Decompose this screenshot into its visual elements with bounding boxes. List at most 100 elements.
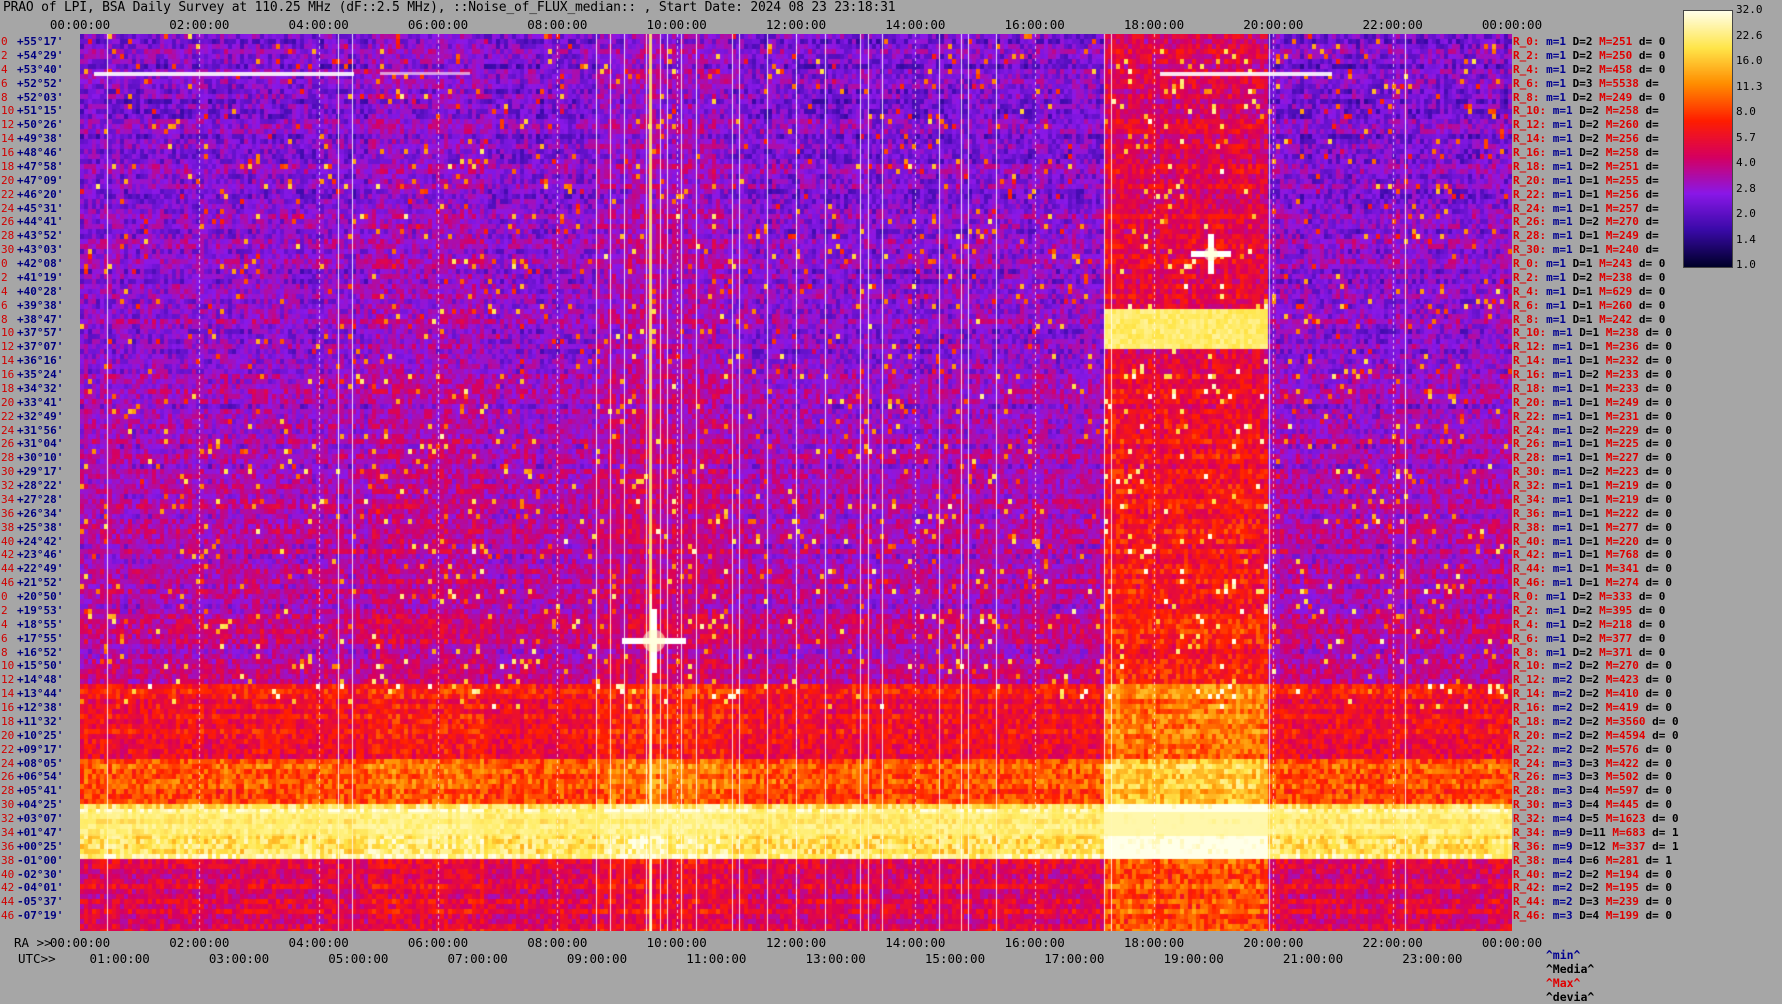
- row-index: 28: [1, 784, 15, 798]
- row-index: 28: [1, 229, 15, 243]
- row-stat-d: D=1: [1579, 506, 1600, 520]
- top-ra-axis: 00:00:00 02:00:00 04:00:00 06:00:00 08:00:00…: [0, 17, 1560, 33]
- row-index: 6: [1, 298, 8, 312]
- row-stat-d: D=1: [1579, 562, 1600, 576]
- colorbar-tick-label: 1.4: [1736, 232, 1756, 246]
- declination-label: +32°49': [17, 409, 64, 423]
- legend-dev: ^devia^: [1545, 990, 1595, 1004]
- row-index: 10: [1, 104, 15, 118]
- row-stat-dev: d= 0: [1638, 48, 1666, 62]
- row-stat: R_44: m=1 D=1 M=341 d= 0: [1513, 563, 1672, 574]
- row-stat-M: M=218: [1599, 617, 1633, 631]
- row-stat-name: R_0:: [1513, 35, 1540, 48]
- row-stat-dev: d= 0: [1645, 506, 1673, 520]
- row-stat-d: D=2: [1579, 659, 1600, 673]
- row-stat-d: D=2: [1579, 465, 1600, 479]
- row-stat: R_34: m=9 D=11 M=683 d= 1: [1513, 827, 1679, 838]
- row-stat-name: R_26:: [1513, 215, 1547, 229]
- row-stat-d: D=2: [1579, 867, 1600, 881]
- row-stat-d: D=1: [1579, 409, 1600, 423]
- row-stat: R_16: m=2 D=2 M=419 d= 0: [1513, 702, 1672, 713]
- row-stat-name: R_44:: [1513, 895, 1547, 909]
- row-stat-m: m=3: [1552, 756, 1573, 770]
- declination-label: -07°19': [17, 909, 64, 923]
- top-tick-label: 02:00:00: [169, 17, 230, 32]
- legend-max: ^Max^: [1545, 976, 1581, 990]
- declination-label: +10°25': [17, 728, 64, 742]
- row-stat-d: D=1: [1572, 284, 1593, 298]
- row-index: 40: [1, 534, 15, 548]
- row-stat-d: D=2: [1579, 714, 1600, 728]
- row-stat-dev: d= 0: [1652, 812, 1679, 826]
- row-stat-M: M=236: [1605, 340, 1639, 354]
- row-stat-M: M=249: [1599, 90, 1633, 104]
- row-index: 20: [1, 728, 15, 742]
- declination-label: +26°34': [17, 506, 64, 520]
- row-stat-M: M=256: [1605, 132, 1639, 146]
- row-stat-d: D=2: [1572, 48, 1593, 62]
- row-stat-M: M=250: [1599, 48, 1633, 62]
- declination-label: -05°37': [17, 895, 64, 909]
- row-stat-d: D=1: [1579, 576, 1600, 590]
- row-stat-d: D=3: [1572, 76, 1593, 90]
- row-stat: R_40: m=2 D=2 M=194 d= 0: [1513, 869, 1672, 880]
- row-statistics: R_0: m=1 D=2 M=251 d= 0 R_2: m=1 D=2 M=25…: [1513, 34, 1683, 931]
- row-stat-d: D=2: [1579, 132, 1600, 146]
- declination-label: +03°07': [17, 812, 64, 826]
- row-stat-m: m=1: [1552, 534, 1573, 548]
- declination-label: -01°00': [17, 853, 64, 867]
- row-stat-m: m=1: [1552, 576, 1573, 590]
- declination-label: +05°41': [17, 784, 64, 798]
- row-stat-m: m=9: [1552, 839, 1573, 853]
- row-stat-dev: d= 1: [1652, 825, 1679, 839]
- row-index: 40: [1, 867, 15, 881]
- row-stat-d: D=3: [1579, 756, 1600, 770]
- declination-label: +00°25': [17, 839, 64, 853]
- row-stat-name: R_6:: [1513, 76, 1540, 90]
- row-index: 46: [1, 909, 15, 923]
- top-tick-label: 12:00:00: [765, 17, 827, 32]
- row-index: 12: [1, 673, 15, 687]
- row-stat-M: M=341: [1605, 562, 1639, 576]
- row-stat-m: m=1: [1552, 465, 1573, 479]
- row-stat-dev: d= 0: [1645, 492, 1673, 506]
- row-stat-dev: d= 0: [1645, 381, 1673, 395]
- row-stat-d: D=2: [1579, 104, 1600, 118]
- row-stat-M: M=419: [1605, 701, 1639, 715]
- declination-label: +47°58': [17, 159, 64, 173]
- row-stat-d: D=4: [1579, 909, 1600, 923]
- row-stat-m: m=1: [1552, 118, 1573, 132]
- row-stat-M: M=222: [1605, 506, 1639, 520]
- utc-axis-prefix: UTC>>: [18, 951, 56, 966]
- row-stat-dev: d= 0: [1645, 340, 1673, 354]
- row-stat-M: M=219: [1605, 479, 1639, 492]
- row-stat-M: M=239: [1605, 895, 1639, 909]
- declination-label: +46°20': [17, 187, 64, 201]
- row-stat: R_28: m=3 D=4 M=597 d= 0: [1513, 785, 1672, 796]
- row-stat-M: M=260: [1599, 298, 1633, 312]
- row-stat-d: D=2: [1579, 215, 1600, 229]
- utc-tick-label: 15:00:00: [924, 951, 986, 966]
- row-stat-m: m=1: [1552, 368, 1573, 381]
- row-index: 16: [1, 368, 15, 381]
- row-stat-dev: d=: [1645, 215, 1659, 229]
- declination-label: +14°48': [17, 673, 64, 687]
- row-stat-d: D=1: [1579, 395, 1600, 409]
- row-stat: R_38: m=4 D=6 M=281 d= 1: [1513, 855, 1672, 866]
- declination-label: +48°46': [17, 146, 64, 159]
- row-stat-dev: d= 0: [1638, 284, 1666, 298]
- row-stat-dev: d=: [1645, 159, 1659, 173]
- row-index: 18: [1, 714, 15, 728]
- row-stat-m: m=1: [1552, 326, 1573, 340]
- row-stat-dev: d= 0: [1645, 437, 1673, 451]
- row-stat: R_12: m=1 D=2 M=260 d=: [1513, 119, 1659, 130]
- row-index: 2: [1, 270, 8, 284]
- row-stat-m: m=1: [1552, 423, 1573, 437]
- row-stat: R_26: m=1 D=1 M=225 d= 0: [1513, 438, 1672, 449]
- row-stat-name: R_22:: [1513, 187, 1547, 201]
- row-stat-name: R_34:: [1513, 492, 1547, 506]
- row-stat-m: m=1: [1546, 48, 1566, 62]
- row-stat-d: D=2: [1579, 368, 1600, 381]
- row-stat-M: M=240: [1605, 243, 1639, 257]
- row-stat-M: M=281: [1605, 853, 1639, 867]
